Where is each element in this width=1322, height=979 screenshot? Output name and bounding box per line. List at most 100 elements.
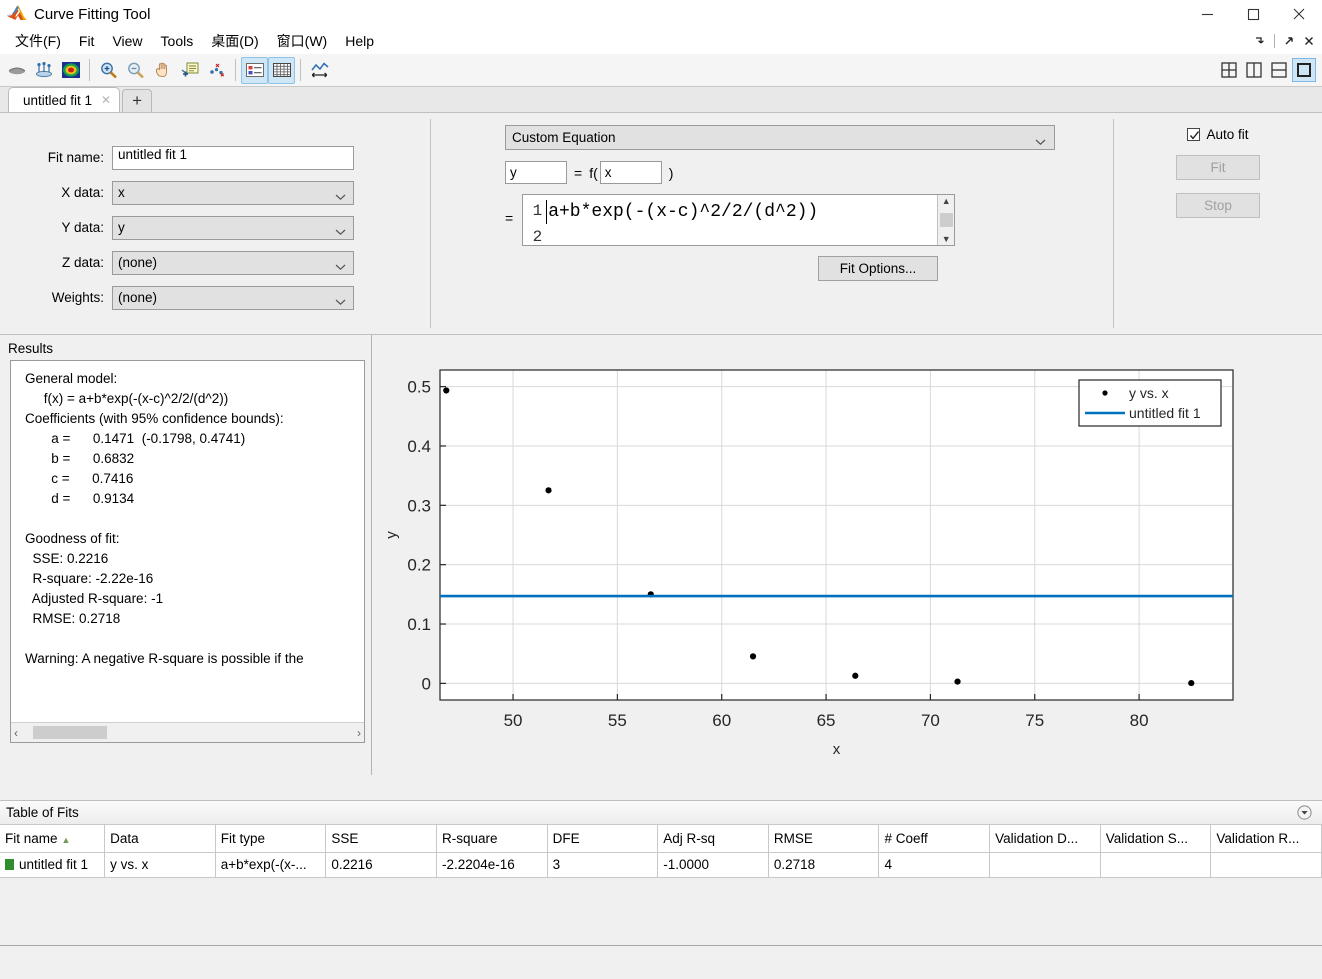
close-panel-icon[interactable] [1300, 31, 1318, 51]
independent-var-input[interactable]: x [599, 161, 662, 184]
menu-desktop[interactable]: 桌面(D) [202, 28, 267, 54]
layout-horizontal-icon[interactable] [1267, 58, 1291, 82]
collapse-icon[interactable] [1297, 805, 1312, 823]
column-header-fit-type[interactable]: Fit type [215, 825, 327, 853]
svg-text:y vs. x: y vs. x [1129, 385, 1169, 401]
legend-toggle-icon[interactable] [241, 56, 268, 84]
z-data-row: Z data: (none) [0, 245, 430, 280]
tab-untitled-fit-1[interactable]: untitled fit 1 ✕ [8, 87, 121, 112]
axes-limits-icon[interactable] [306, 57, 333, 84]
layout-quad-icon[interactable] [1217, 58, 1241, 82]
layout-single-icon[interactable] [1292, 58, 1316, 82]
fit-name-value: untitled fit 1 [19, 857, 89, 872]
data-cursor-icon[interactable] [30, 57, 57, 84]
equation-editor-row: = 1 2 a+b*exp(-(x-c)^2/2/(d^2)) ▲ ▼ [505, 194, 1113, 246]
dock-arrow-icon[interactable] [1251, 31, 1269, 51]
z-data-value: (none) [118, 255, 158, 270]
fit-configuration-panel: Fit name: untitled fit 1 X data: x Y dat… [0, 113, 1322, 335]
add-fit-tab-button[interactable]: + [122, 89, 153, 112]
cell-validation-data [989, 852, 1101, 878]
scroll-right-icon[interactable]: › [357, 726, 361, 740]
fit-button[interactable]: Fit [1176, 155, 1260, 180]
window-title: Curve Fitting Tool [34, 5, 151, 23]
y-data-select[interactable]: y [112, 215, 354, 240]
column-header-adj-r-sq[interactable]: Adj R-sq [657, 825, 769, 853]
column-header-validation-data[interactable]: Validation D... [989, 825, 1101, 853]
svg-text:0.2: 0.2 [407, 556, 431, 575]
column-header-validation-rmse[interactable]: Validation R... [1210, 825, 1322, 853]
menu-file[interactable]: 文件(F) [6, 28, 70, 54]
custom-equation-editor[interactable]: 1 2 a+b*exp(-(x-c)^2/2/(d^2)) ▲ ▼ [522, 194, 956, 246]
fit-plot[interactable]: 0 0.1 0.2 0.3 0.4 0.5 50 55 60 65 70 75 80 x y y vs. x u… [372, 335, 1321, 775]
exclude-outliers-icon[interactable] [176, 57, 203, 84]
results-horizontal-scrollbar[interactable]: ‹ › [11, 722, 364, 742]
f-open-paren: f( [589, 164, 598, 181]
column-header-num-coeff[interactable]: # Coeff [878, 825, 991, 853]
menu-window[interactable]: 窗口(W) [268, 28, 337, 54]
results-textbox[interactable]: General model: f(x) = a+b*exp(-(x-c)^2/2… [10, 360, 365, 743]
menu-tools[interactable]: Tools [152, 30, 203, 52]
scrollbar-thumb[interactable] [939, 213, 953, 227]
x-data-select[interactable]: x [112, 180, 354, 205]
menu-view[interactable]: View [103, 30, 151, 52]
zoom-in-icon[interactable] [95, 57, 122, 84]
maximize-button[interactable] [1230, 0, 1276, 28]
pan-icon[interactable] [149, 57, 176, 84]
cell-num-coeff: 4 [878, 852, 991, 878]
grid-toggle-icon[interactable] [268, 56, 295, 84]
fit-type-select[interactable]: Custom Equation [505, 125, 1055, 150]
fit-options-button[interactable]: Fit Options... [818, 256, 938, 281]
z-data-label: Z data: [61, 255, 104, 270]
column-header-validation-sse[interactable]: Validation S... [1100, 825, 1212, 853]
results-panel: Results General model: f(x) = a+b*exp(-(… [0, 335, 372, 775]
scroll-up-icon[interactable]: ▲ [942, 196, 951, 206]
close-button[interactable] [1276, 0, 1322, 28]
menu-bar: 文件(F) Fit View Tools 桌面(D) 窗口(W) Help [0, 28, 1322, 54]
results-and-plot-section: Results General model: f(x) = a+b*exp(-(… [0, 335, 1322, 775]
divider [235, 59, 236, 81]
dependent-var-input[interactable]: y [505, 161, 567, 184]
x-data-row: X data: x [0, 175, 430, 210]
auto-fit-checkbox[interactable] [1187, 128, 1201, 141]
equation-text[interactable]: a+b*exp(-(x-c)^2/2/(d^2)) [545, 195, 937, 245]
fit-name-input[interactable]: untitled fit 1 [112, 145, 354, 170]
window-controls [1184, 0, 1322, 28]
z-data-select[interactable]: (none) [112, 250, 354, 275]
layout-vertical-icon[interactable] [1242, 58, 1266, 82]
data-selection-group: Fit name: untitled fit 1 X data: x Y dat… [0, 113, 430, 334]
table-row[interactable]: untitled fit 1 y vs. x a+b*exp(-(x-... 0… [0, 852, 1322, 878]
menu-fit[interactable]: Fit [70, 30, 104, 52]
divider [89, 59, 90, 81]
rotate-3d-icon[interactable] [3, 57, 30, 84]
equation-scrollbar[interactable]: ▲ ▼ [937, 195, 955, 245]
fit-name-label: Fit name: [47, 150, 104, 165]
tab-label: untitled fit 1 [23, 92, 93, 108]
auto-fit-row[interactable]: Auto fit [1187, 127, 1249, 142]
fit-color-swatch [5, 859, 14, 870]
column-header-dfe[interactable]: DFE [547, 825, 659, 853]
scroll-left-icon[interactable]: ‹ [14, 726, 18, 740]
column-header-r-square[interactable]: R-square [436, 825, 548, 853]
exclude-points-icon[interactable] [203, 57, 230, 84]
svg-text:50: 50 [504, 711, 523, 730]
scroll-down-icon[interactable]: ▼ [942, 234, 951, 244]
title-bar: Curve Fitting Tool [0, 0, 1322, 28]
colormap-surface-icon[interactable] [57, 57, 84, 84]
stop-button[interactable]: Stop [1176, 193, 1260, 218]
column-header-data[interactable]: Data [104, 825, 216, 853]
minimize-button[interactable] [1184, 0, 1230, 28]
cell-dfe: 3 [547, 852, 659, 878]
weights-select[interactable]: (none) [112, 285, 354, 310]
column-header-sse[interactable]: SSE [325, 825, 437, 853]
svg-text:x: x [833, 741, 841, 758]
zoom-out-icon[interactable] [122, 57, 149, 84]
column-header-fit-name[interactable]: Fit name ▲ [0, 825, 106, 853]
undock-arrow-icon[interactable] [1280, 31, 1298, 51]
menu-help[interactable]: Help [336, 30, 383, 52]
scrollbar-thumb[interactable] [33, 726, 107, 739]
tab-close-icon[interactable]: ✕ [101, 93, 111, 107]
column-header-rmse[interactable]: RMSE [768, 825, 880, 853]
svg-text:80: 80 [1130, 711, 1149, 730]
x-data-label: X data: [61, 185, 104, 200]
fit-plot-panel[interactable]: 0 0.1 0.2 0.3 0.4 0.5 50 55 60 65 70 75 80 x y y vs. x u… [372, 335, 1322, 775]
